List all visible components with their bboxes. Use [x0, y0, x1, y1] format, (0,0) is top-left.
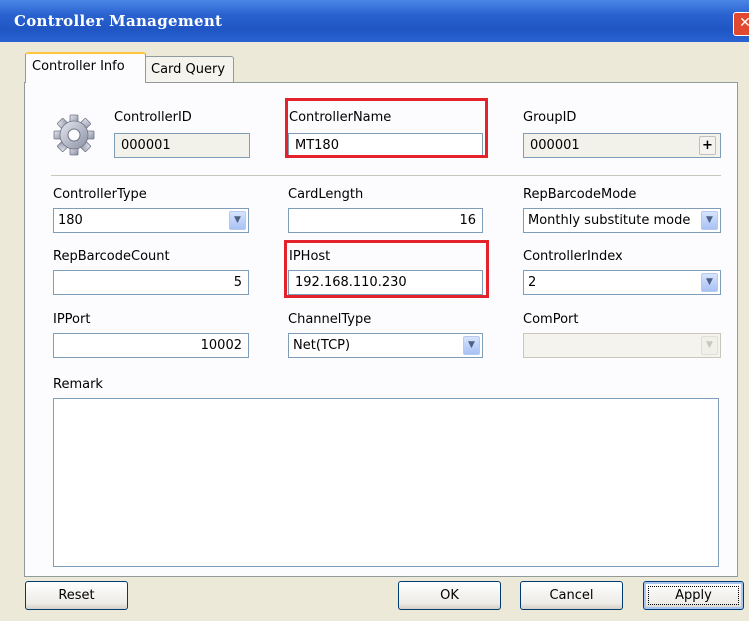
focus-rect	[648, 586, 739, 605]
controller-type-value: 180	[58, 213, 83, 228]
rep-barcode-count-label: RepBarcodeCount	[53, 249, 170, 264]
channel-type-label: ChannelType	[288, 312, 372, 327]
gear-icon	[53, 114, 95, 156]
rep-barcode-mode-value: Monthly substitute mode	[528, 213, 691, 228]
controller-index-label: ControllerIndex	[523, 249, 623, 264]
group-id-field[interactable]: 000001 +	[523, 133, 721, 158]
ip-port-label: IPPort	[53, 312, 91, 327]
controller-management-window: Controller Management ✕ Controller Info …	[0, 0, 749, 621]
com-port-label: ComPort	[523, 312, 579, 327]
cancel-button[interactable]: Cancel	[520, 581, 623, 610]
chevron-down-icon[interactable]: ▼	[229, 211, 246, 230]
separator-line	[51, 175, 721, 176]
close-button[interactable]: ✕	[733, 12, 749, 36]
remark-label: Remark	[53, 377, 103, 392]
card-length-label: CardLength	[288, 187, 364, 202]
rep-barcode-mode-select[interactable]: Monthly substitute mode ▼	[523, 208, 721, 233]
ip-host-field[interactable]: 192.168.110.230	[288, 270, 483, 295]
tab-card-query[interactable]: Card Query	[144, 56, 234, 83]
controller-type-label: ControllerType	[53, 187, 147, 202]
group-add-button[interactable]: +	[699, 136, 716, 155]
card-length-field[interactable]: 16	[288, 208, 483, 233]
controller-id-field[interactable]: 000001	[114, 133, 250, 158]
apply-button[interactable]: Apply	[643, 581, 744, 610]
controller-id-label: ControllerID	[114, 110, 192, 125]
chevron-down-icon[interactable]: ▼	[701, 211, 718, 230]
rep-barcode-count-field[interactable]: 5	[53, 270, 249, 295]
group-id-label: GroupID	[523, 110, 577, 125]
controller-name-label: ControllerName	[289, 110, 392, 125]
group-id-value: 000001	[530, 138, 580, 153]
controller-type-select[interactable]: 180 ▼	[53, 208, 249, 233]
chevron-down-icon[interactable]: ▼	[701, 273, 718, 292]
channel-type-value: Net(TCP)	[293, 338, 351, 353]
controller-index-select[interactable]: 2 ▼	[523, 270, 721, 295]
remark-textarea[interactable]	[53, 398, 719, 567]
com-port-select[interactable]: ▼	[523, 333, 721, 358]
ok-button[interactable]: OK	[398, 581, 501, 610]
channel-type-select[interactable]: Net(TCP) ▼	[288, 333, 483, 358]
window-title: Controller Management	[14, 12, 223, 30]
controller-name-field[interactable]: MT180	[288, 133, 483, 158]
reset-button[interactable]: Reset	[25, 581, 128, 610]
tab-controller-info[interactable]: Controller Info	[25, 52, 146, 83]
rep-barcode-mode-label: RepBarcodeMode	[523, 187, 637, 202]
chevron-down-icon: ▼	[701, 336, 718, 355]
ip-port-field[interactable]: 10002	[53, 333, 249, 358]
chevron-down-icon[interactable]: ▼	[463, 336, 480, 355]
title-bar[interactable]: Controller Management ✕	[0, 0, 749, 42]
ip-host-label: IPHost	[289, 249, 331, 264]
controller-index-value: 2	[528, 275, 537, 290]
